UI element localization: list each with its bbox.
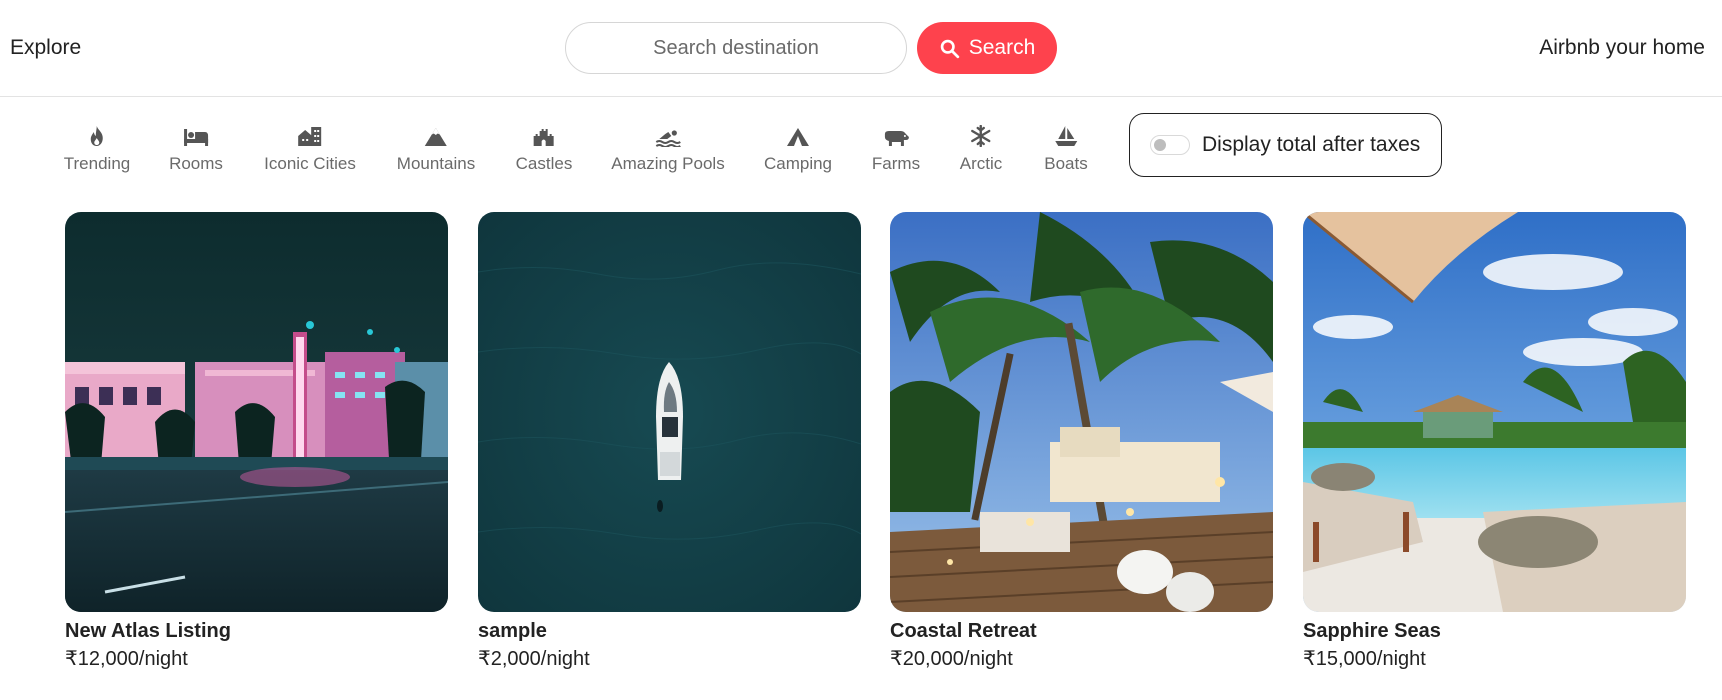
listing-card[interactable]: Coastal Retreat ₹20,000/night: [890, 212, 1273, 671]
cow-icon: [882, 119, 910, 147]
bed-icon: [183, 119, 209, 147]
filter-label: Rooms: [169, 154, 223, 173]
top-navbar: Explore Search Airbnb your home: [0, 0, 1722, 97]
listing-title: Sapphire Seas: [1303, 620, 1441, 642]
search-icon: [940, 39, 959, 58]
filter-label: Arctic: [959, 154, 1003, 173]
listing-title: New Atlas Listing: [65, 620, 231, 642]
listing-price: ₹15,000/night: [1303, 648, 1426, 670]
filter-trending[interactable]: Trending: [64, 119, 130, 174]
explore-link[interactable]: Explore: [10, 36, 81, 60]
filter-amazing-pools[interactable]: Amazing Pools: [611, 119, 725, 174]
filter-mountains[interactable]: Mountains: [397, 119, 475, 174]
sailboat-icon: [1054, 119, 1078, 147]
listing-title: sample: [478, 620, 547, 642]
tent-icon: [786, 119, 810, 147]
fire-icon: [88, 119, 106, 147]
filter-castles[interactable]: Castles: [515, 119, 573, 174]
tax-toggle-container[interactable]: Display total after taxes: [1129, 113, 1442, 177]
listing-card[interactable]: New Atlas Listing ₹12,000/night: [65, 212, 448, 671]
listing-title: Coastal Retreat: [890, 620, 1037, 642]
listing-photo: [65, 212, 448, 612]
filter-label: Camping: [763, 154, 833, 173]
filter-farms[interactable]: Farms: [872, 119, 920, 174]
filter-label: Farms: [871, 154, 921, 173]
search-button[interactable]: Search: [917, 22, 1057, 74]
tax-toggle-label: Display total after taxes: [1202, 133, 1421, 156]
snowflake-icon: [971, 119, 991, 147]
listing-price: ₹12,000/night: [65, 648, 188, 670]
filter-rooms[interactable]: Rooms: [169, 119, 223, 174]
toggle-knob: [1154, 139, 1166, 151]
filter-label: Trending: [63, 154, 131, 173]
listing-photo: [890, 212, 1273, 612]
search-button-label: Search: [968, 36, 1036, 59]
filter-label: Mountains: [396, 154, 476, 173]
filter-iconic-cities[interactable]: Iconic Cities: [264, 119, 356, 174]
filter-label: Boats: [1044, 154, 1088, 173]
filter-camping[interactable]: Camping: [764, 119, 832, 174]
filter-arctic[interactable]: Arctic: [959, 119, 1003, 174]
castle-icon: [533, 119, 555, 147]
category-filter-bar: Trending Rooms Iconic Cities Mountains C…: [0, 97, 1722, 197]
filter-label: Castles: [515, 154, 573, 173]
listing-card[interactable]: Sapphire Seas ₹15,000/night: [1303, 212, 1686, 671]
search-destination-input[interactable]: [565, 22, 907, 74]
listing-price: ₹2,000/night: [478, 648, 590, 670]
swimmer-icon: [655, 119, 681, 147]
listing-photo: [478, 212, 861, 612]
filter-boats[interactable]: Boats: [1044, 119, 1088, 174]
filter-label: Iconic Cities: [264, 154, 356, 173]
listing-photo: [1303, 212, 1686, 612]
city-icon: [297, 119, 323, 147]
listing-price: ₹20,000/night: [890, 648, 1013, 670]
mountain-icon: [424, 119, 448, 147]
airbnb-your-home-link[interactable]: Airbnb your home: [1539, 36, 1705, 60]
listing-card[interactable]: sample ₹2,000/night: [478, 212, 861, 671]
filter-label: Amazing Pools: [611, 154, 725, 173]
tax-toggle-switch[interactable]: [1150, 135, 1190, 155]
